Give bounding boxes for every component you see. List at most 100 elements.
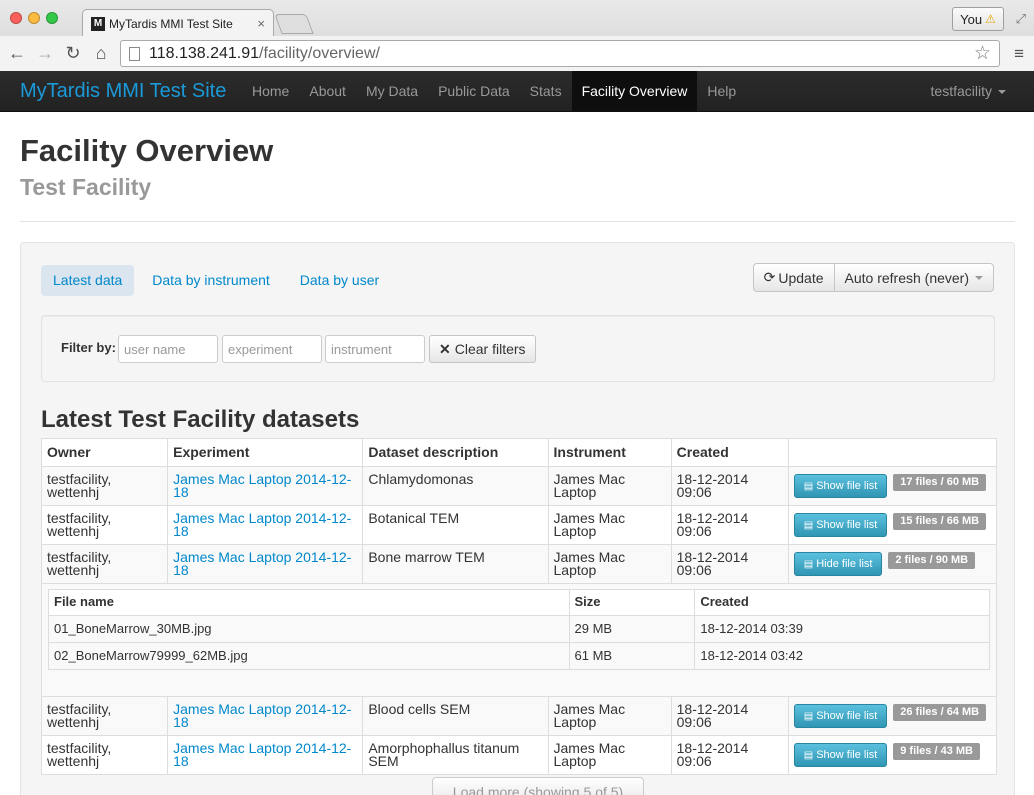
forward-icon[interactable]: → bbox=[34, 42, 56, 64]
datasets-table: Owner Experiment Dataset description Ins… bbox=[40, 438, 998, 775]
refresh-controls: ⟳ Update Auto refresh (never) bbox=[752, 263, 994, 292]
toggle-file-list-label: Show file list bbox=[816, 518, 878, 531]
auto-refresh-dropdown[interactable]: Auto refresh (never) bbox=[834, 263, 994, 292]
browser-tab[interactable]: M MyTardis MMI Test Site × bbox=[82, 9, 274, 37]
file-name-cell[interactable]: 02_BoneMarrow79999_62MB.jpg bbox=[48, 642, 570, 670]
description-cell: Bone marrow TEM bbox=[362, 544, 549, 584]
nav-item-stats[interactable]: Stats bbox=[520, 71, 572, 111]
clear-filters-button[interactable]: ✕ Clear filters bbox=[429, 335, 536, 363]
warning-icon: ⚠ bbox=[985, 12, 996, 26]
instrument-cell: James Mac Laptop bbox=[547, 696, 672, 736]
toggle-file-list-button[interactable]: ▤ Show file list bbox=[793, 513, 888, 537]
owner-cell: testfacility, wettenhj bbox=[40, 696, 169, 736]
experiment-cell: James Mac Laptop 2014-12-18 bbox=[167, 505, 364, 545]
table-row: testfacility, wettenhj James Mac Laptop 2… bbox=[40, 735, 998, 775]
created-cell: 18-12-2014 09:06 bbox=[670, 505, 789, 545]
instrument-cell: James Mac Laptop bbox=[547, 735, 672, 775]
caret-down-icon bbox=[975, 275, 983, 280]
bookmark-star-icon[interactable]: ☆ bbox=[974, 42, 991, 65]
minimize-window-button[interactable] bbox=[28, 12, 40, 24]
file-count-badge: 17 files / 60 MB bbox=[893, 473, 987, 491]
list-icon: ▤ bbox=[803, 519, 814, 531]
update-button[interactable]: ⟳ Update bbox=[752, 263, 835, 292]
page-icon bbox=[129, 46, 140, 61]
experiment-link[interactable]: James Mac Laptop 2014-12-18 bbox=[173, 740, 351, 769]
nav-item-about[interactable]: About bbox=[299, 71, 356, 111]
experiment-cell: James Mac Laptop 2014-12-18 bbox=[167, 735, 364, 775]
nav-item-home[interactable]: Home bbox=[242, 71, 299, 111]
fullscreen-icon[interactable]: ⤢ bbox=[1016, 11, 1026, 27]
description-cell: Chlamydomonas bbox=[362, 466, 549, 506]
clear-filters-label: Clear filters bbox=[454, 341, 526, 357]
file-created-cell: 18-12-2014 03:42 bbox=[694, 642, 990, 670]
user-menu[interactable]: testfacility bbox=[931, 71, 1006, 111]
toggle-file-list-button[interactable]: ▤ Hide file list bbox=[793, 552, 883, 576]
close-window-button[interactable] bbox=[10, 12, 22, 24]
tab-data-by-instrument[interactable]: Data by instrument bbox=[140, 265, 282, 296]
nav-item-public-data[interactable]: Public Data bbox=[428, 71, 520, 111]
owner-cell: testfacility, wettenhj bbox=[40, 505, 169, 545]
nav-item-my-data[interactable]: My Data bbox=[356, 71, 428, 111]
profile-button[interactable]: You ⚠ bbox=[952, 7, 1004, 31]
file-size-cell: 61 MB bbox=[568, 642, 696, 670]
owner-cell: testfacility, wettenhj bbox=[40, 544, 169, 584]
reload-icon[interactable]: ↻ bbox=[62, 42, 84, 64]
load-more-button[interactable]: Load more (showing 5 of 5) bbox=[432, 777, 644, 795]
toggle-file-list-button[interactable]: ▤ Show file list bbox=[793, 474, 888, 498]
file-list-header-row: File name Size Created bbox=[48, 589, 990, 616]
new-tab-button[interactable] bbox=[274, 14, 314, 34]
file-count-badge: 9 files / 43 MB bbox=[893, 742, 980, 760]
created-cell: 18-12-2014 09:06 bbox=[670, 696, 789, 736]
zoom-window-button[interactable] bbox=[46, 12, 58, 24]
close-icon: ✕ bbox=[439, 340, 451, 357]
browser-menu-icon[interactable]: ≡ bbox=[1014, 44, 1024, 64]
column-header-created: Created bbox=[670, 438, 789, 467]
tab-latest-data[interactable]: Latest data bbox=[41, 265, 135, 296]
instrument-filter-input[interactable] bbox=[325, 335, 425, 363]
experiment-link[interactable]: James Mac Laptop 2014-12-18 bbox=[173, 471, 351, 500]
description-cell: Amorphophallus titanum SEM bbox=[362, 735, 549, 775]
table-row: testfacility, wettenhj James Mac Laptop 2… bbox=[40, 544, 998, 584]
url-path: /facility/overview/ bbox=[259, 44, 380, 62]
experiment-link[interactable]: James Mac Laptop 2014-12-18 bbox=[173, 549, 351, 578]
brand-link[interactable]: MyTardis MMI Test Site bbox=[20, 71, 226, 111]
column-header-instrument: Instrument bbox=[547, 438, 672, 467]
toggle-file-list-label: Hide file list bbox=[816, 557, 873, 570]
column-header-description: Dataset description bbox=[362, 438, 549, 467]
actions-cell: ▤ Hide file list 2 files / 90 MB bbox=[787, 544, 998, 584]
toggle-file-list-button[interactable]: ▤ Show file list bbox=[793, 743, 888, 767]
experiment-link[interactable]: James Mac Laptop 2014-12-18 bbox=[173, 510, 351, 539]
column-header-file-name: File name bbox=[48, 589, 570, 616]
experiment-cell: James Mac Laptop 2014-12-18 bbox=[167, 466, 364, 506]
home-icon[interactable]: ⌂ bbox=[90, 42, 112, 64]
file-list-row: File name Size Created 01_BoneMarrow_30MB.j… bbox=[41, 583, 997, 697]
toggle-file-list-button[interactable]: ▤ Show file list bbox=[793, 704, 888, 728]
experiment-filter-input[interactable] bbox=[222, 335, 322, 363]
column-header-owner: Owner bbox=[40, 438, 169, 467]
favicon-icon: M bbox=[91, 16, 105, 31]
actions-cell: ▤ Show file list 26 files / 64 MB bbox=[787, 696, 998, 736]
filter-label: Filter by: bbox=[61, 340, 116, 355]
table-row: testfacility, wettenhj James Mac Laptop 2… bbox=[40, 696, 998, 736]
page-title: Facility Overview bbox=[20, 133, 274, 168]
list-icon: ▤ bbox=[803, 749, 814, 761]
divider bbox=[20, 221, 1015, 222]
address-bar[interactable]: 118.138.241.91/facility/overview/ ☆ bbox=[120, 40, 1000, 67]
close-tab-icon[interactable]: × bbox=[257, 16, 265, 31]
nav-item-help[interactable]: Help bbox=[697, 71, 746, 111]
experiment-link[interactable]: James Mac Laptop 2014-12-18 bbox=[173, 701, 351, 730]
page-subtitle: Test Facility bbox=[20, 174, 152, 200]
caret-down-icon bbox=[998, 90, 1006, 95]
column-header-size: Size bbox=[568, 589, 696, 616]
file-row: 01_BoneMarrow_30MB.jpg 29 MB 18-12-2014 03… bbox=[48, 615, 990, 643]
column-header-created: Created bbox=[694, 589, 990, 616]
nav-item-facility-overview[interactable]: Facility Overview bbox=[571, 71, 698, 111]
user-name-filter-input[interactable] bbox=[118, 335, 218, 363]
created-cell: 18-12-2014 09:06 bbox=[670, 735, 789, 775]
file-name-cell[interactable]: 01_BoneMarrow_30MB.jpg bbox=[48, 615, 570, 643]
owner-cell: testfacility, wettenhj bbox=[40, 735, 169, 775]
back-icon[interactable]: ← bbox=[6, 42, 28, 64]
file-created-cell: 18-12-2014 03:39 bbox=[694, 615, 990, 643]
instrument-cell: James Mac Laptop bbox=[547, 466, 672, 506]
tab-data-by-user[interactable]: Data by user bbox=[288, 265, 391, 296]
